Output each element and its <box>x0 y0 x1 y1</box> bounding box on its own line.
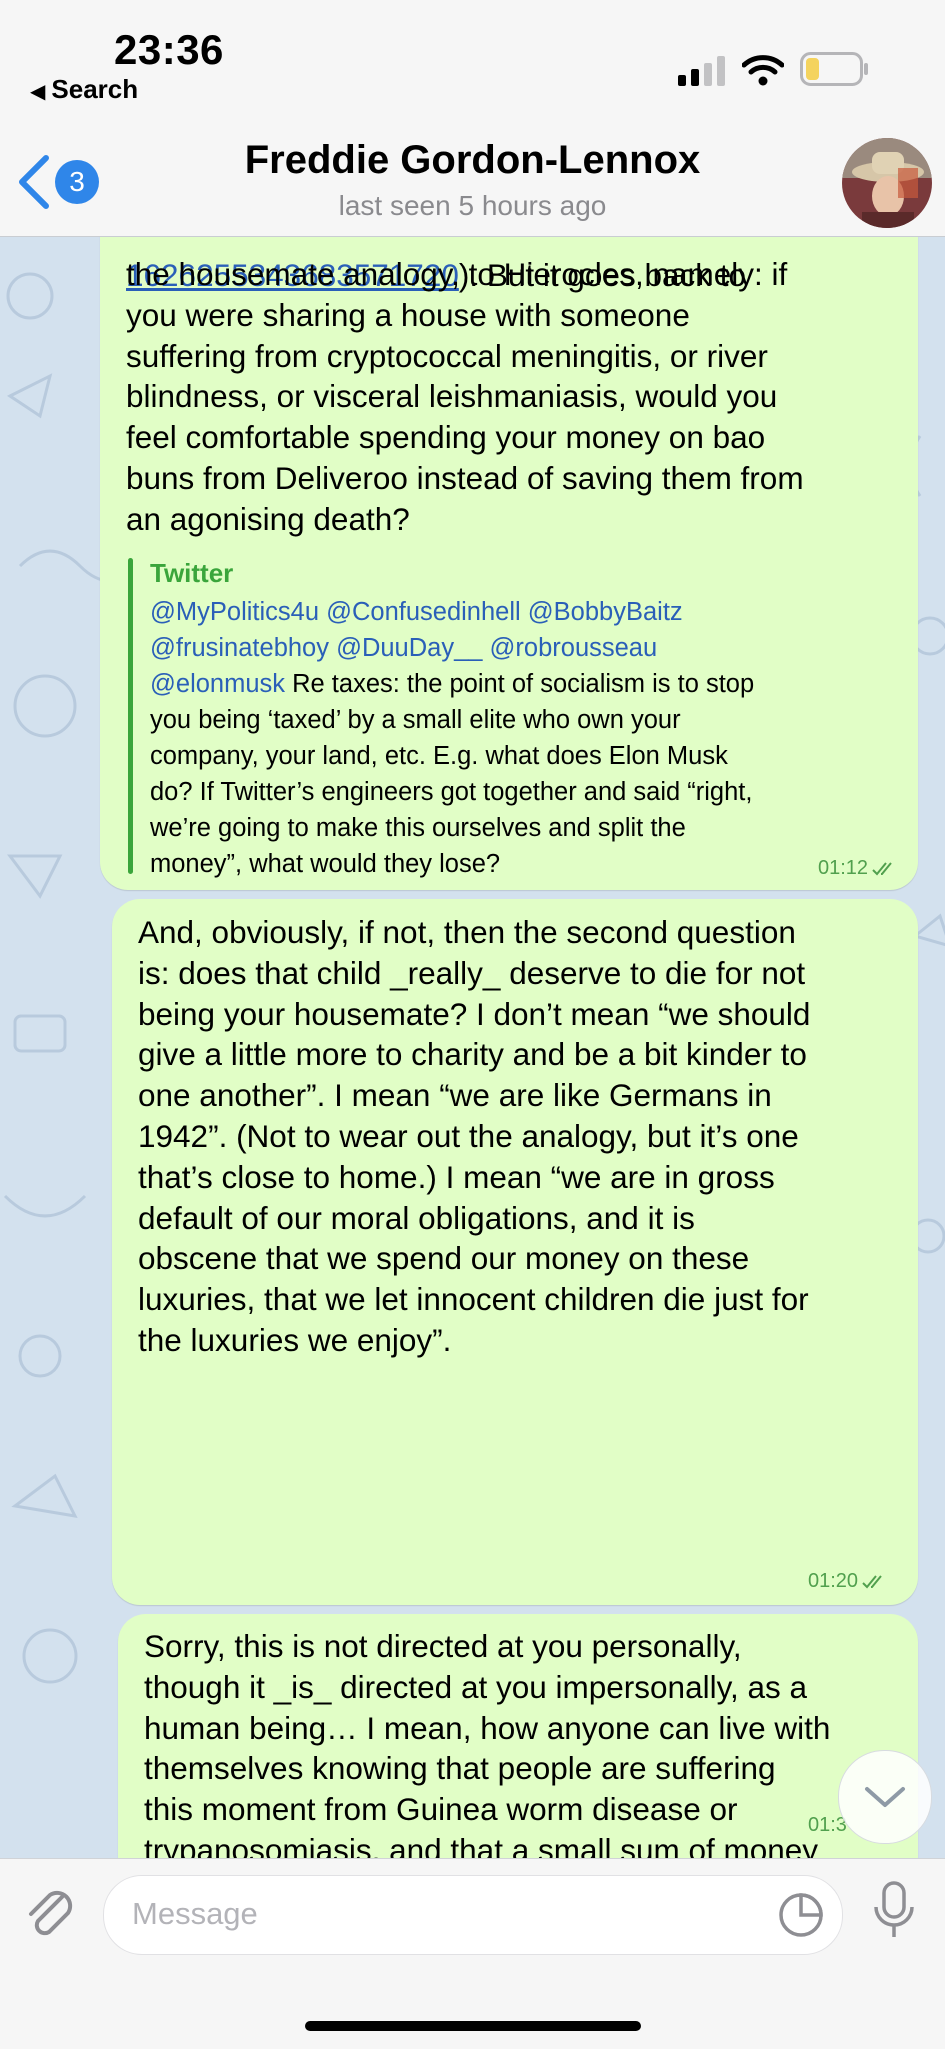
header: 23:36 ◀ Search 3 Freddie Gordon-Lennox la… <box>0 0 945 237</box>
message-text: the housemate analogy, to Hierocles, nam… <box>126 256 804 537</box>
message-meta: 01:20 <box>808 1570 888 1593</box>
battery-icon <box>800 52 868 86</box>
sticker-icon[interactable] <box>776 1890 826 1940</box>
avatar-image <box>842 138 932 228</box>
link-preview-mentions[interactable]: @frusinatebhoy @DuuDay__ @robrousseau <box>150 630 657 666</box>
home-indicator <box>305 2021 641 2031</box>
link-preview-text: @elonmusk Re taxes: the point of sociali… <box>150 670 755 698</box>
microphone-icon[interactable] <box>870 1879 918 1945</box>
message-text: And, obviously, if not, then the second … <box>138 914 811 1358</box>
chevron-down-icon <box>865 1787 905 1807</box>
link-preview-mentions[interactable]: @MyPolitics4u @Confusedinhell @BobbyBait… <box>150 594 683 630</box>
chat-title[interactable]: Freddie Gordon-Lennox <box>0 138 945 183</box>
composer-bar: Message <box>0 1858 945 2049</box>
chat-subtitle: last seen 5 hours ago <box>338 190 607 221</box>
status-time: 23:36 <box>114 26 224 73</box>
message-text: Sorry, this is not directed at you perso… <box>144 1628 831 1858</box>
avatar[interactable] <box>842 138 932 228</box>
double-check-icon <box>862 1574 882 1588</box>
double-check-icon <box>872 861 892 875</box>
scroll-down-button[interactable] <box>838 1750 932 1844</box>
back-to-search[interactable]: ◀ Search <box>30 74 138 105</box>
link-preview-source: Twitter <box>150 558 234 588</box>
message-placeholder: Message <box>132 1896 258 1931</box>
link-preview-text: you being ‘taxed’ by a small elite who o… <box>150 706 753 878</box>
message-meta: 01:12 <box>818 857 898 880</box>
back-triangle-icon: ◀ <box>30 81 46 103</box>
signal-icon <box>678 56 725 86</box>
chat-area[interactable]: 1626255343683571720). But it goes back t… <box>0 236 945 1858</box>
attach-icon[interactable] <box>22 1883 78 1943</box>
wifi-icon <box>742 55 784 86</box>
message-input[interactable]: Message <box>103 1875 843 1955</box>
link-preview-bar <box>128 558 133 874</box>
